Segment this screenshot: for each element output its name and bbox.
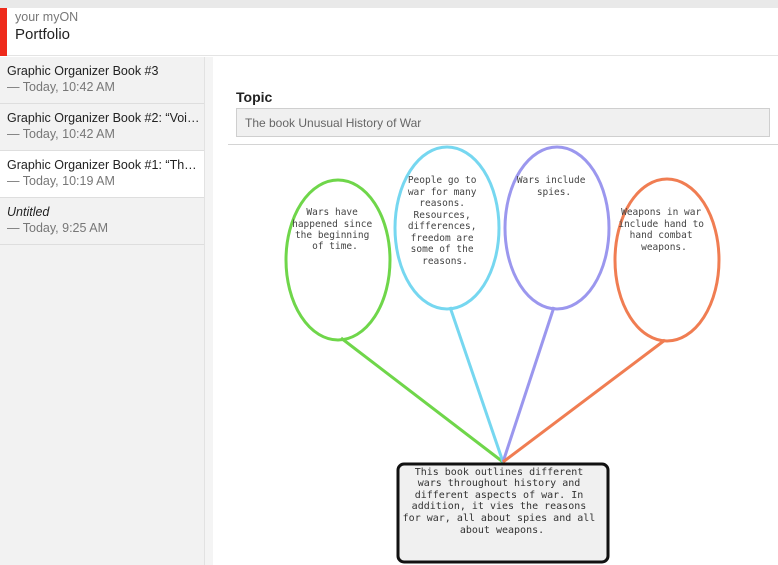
connector-line	[448, 306, 505, 463]
portfolio-item[interactable]: Graphic Organizer Book #1: “Th… — Today,…	[0, 151, 204, 198]
bubble-text: Wars have happened since the beginning o…	[292, 207, 378, 252]
organizer-bubble[interactable]: Wars include spies.	[503, 145, 611, 311]
summary-box[interactable]: This book outlines different wars throug…	[396, 462, 610, 564]
panel-gutter	[205, 57, 213, 565]
bubble-outline	[284, 178, 392, 342]
page-title: Portfolio	[15, 26, 71, 43]
portfolio-item-timestamp: — Today, 10:42 AM	[7, 127, 115, 141]
brand-accent-bar	[0, 8, 7, 56]
bubble-outline	[503, 145, 611, 311]
portfolio-item[interactable]: Untitled — Today, 9:25 AM	[0, 198, 204, 245]
bubble-text: Wars include spies.	[517, 175, 591, 198]
bubble-text: Weapons in war include hand to hand comb…	[618, 207, 710, 253]
portfolio-item-title: Untitled	[7, 205, 50, 219]
portfolio-sidebar: Graphic Organizer Book #3 — Today, 10:42…	[0, 57, 205, 565]
organizer-bubble[interactable]: People go to war for many reasons. Resou…	[393, 145, 501, 311]
bubble-text: People go to war for many reasons. Resou…	[408, 175, 482, 267]
portfolio-item[interactable]: Graphic Organizer Book #2: “Voi… — Today…	[0, 104, 204, 151]
organizer-bubble[interactable]: Weapons in war include hand to hand comb…	[613, 177, 721, 343]
connector-line	[501, 306, 556, 463]
editor-pane: Topic Wars have happened since the begin…	[213, 57, 778, 565]
graphic-organizer-canvas[interactable]: Wars have happened since the beginning o…	[213, 57, 778, 565]
app-brand: your myON	[15, 10, 79, 24]
app-header: your myON Portfolio	[0, 8, 778, 56]
bubble-outline	[613, 177, 721, 343]
connector-line	[340, 336, 504, 464]
organizer-bubble[interactable]: Wars have happened since the beginning o…	[284, 178, 392, 342]
window-top-strip	[0, 0, 778, 8]
portfolio-item[interactable]: Graphic Organizer Book #3 — Today, 10:42…	[0, 57, 204, 104]
portfolio-item-timestamp: — Today, 10:19 AM	[7, 174, 115, 188]
portfolio-item-timestamp: — Today, 9:25 AM	[7, 221, 108, 235]
portfolio-item-title: Graphic Organizer Book #2: “Voi…	[7, 111, 200, 125]
connector-line	[502, 338, 666, 464]
portfolio-item-timestamp: — Today, 10:42 AM	[7, 80, 115, 94]
portfolio-item-title: Graphic Organizer Book #3	[7, 64, 159, 78]
portfolio-item-title: Graphic Organizer Book #1: “Th…	[7, 158, 197, 172]
